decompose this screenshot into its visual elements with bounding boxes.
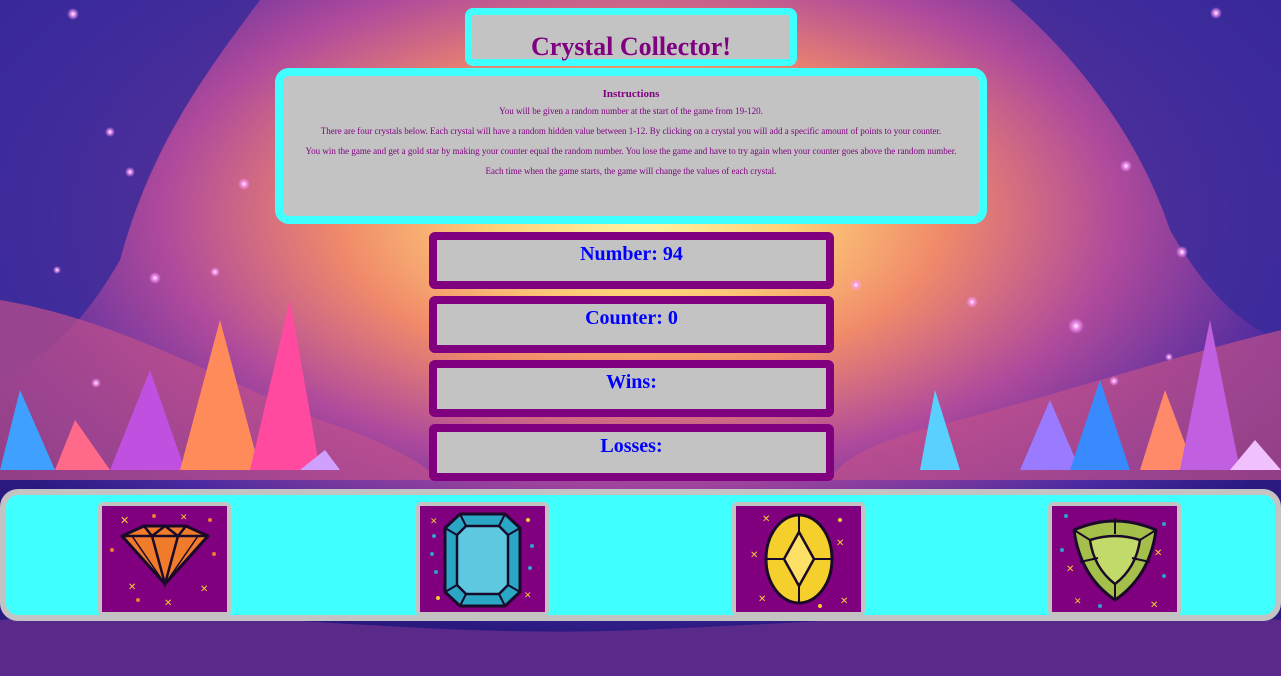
crystal-tile: ✕ ✕ ✕ ✕ ✕: [102, 506, 227, 612]
svg-text:✕: ✕: [524, 591, 532, 601]
wins-panel: Wins:: [429, 360, 834, 417]
instruction-line: You win the game and get a gold star by …: [305, 146, 957, 156]
losses-text: Losses:: [600, 435, 663, 457]
svg-text:✕: ✕: [1066, 564, 1074, 575]
target-number-text: Number: 94: [580, 243, 683, 265]
green-trillion-gem-icon: ✕ ✕ ✕ ✕: [1060, 514, 1166, 611]
svg-text:✕: ✕: [200, 584, 208, 595]
svg-text:✕: ✕: [762, 514, 770, 525]
svg-text:✕: ✕: [1150, 600, 1158, 611]
orange-diamond-icon: ✕ ✕ ✕ ✕ ✕: [110, 513, 216, 609]
svg-text:✕: ✕: [128, 582, 136, 593]
instructions-heading: Instructions: [602, 88, 660, 100]
instruction-line: There are four crystals below. Each crys…: [320, 126, 942, 136]
instructions-panel: Instructions You will be given a random …: [275, 68, 987, 224]
svg-text:✕: ✕: [120, 514, 129, 527]
svg-text:✕: ✕: [758, 594, 766, 605]
crystal-tile: ✕ ✕ ✕ ✕: [1052, 506, 1177, 612]
target-number-panel: Number: 94: [429, 232, 834, 289]
svg-text:✕: ✕: [1154, 548, 1162, 559]
crystal-tile: ✕ ✕: [420, 506, 545, 612]
counter-panel: Counter: 0: [429, 296, 834, 353]
svg-text:✕: ✕: [836, 538, 844, 549]
yellow-oval-gem-icon: ✕ ✕ ✕ ✕ ✕: [750, 513, 848, 608]
title-panel: Crystal Collector!: [465, 8, 797, 66]
counter-text: Counter: 0: [585, 307, 678, 329]
crystal-tray: ✕ ✕ ✕ ✕ ✕ ✕ ✕ ✕ ✕ ✕ ✕ ✕ ✕ ✕ ✕ ✕: [0, 489, 1281, 621]
game-title: Crystal Collector!: [531, 32, 731, 61]
svg-text:✕: ✕: [840, 596, 848, 607]
crystal-button-3[interactable]: ✕ ✕ ✕ ✕ ✕: [732, 502, 865, 616]
instruction-line: You will be given a random number at the…: [499, 106, 763, 116]
instruction-line: Each time when the game starts, the game…: [485, 166, 777, 176]
svg-text:✕: ✕: [430, 517, 438, 527]
losses-panel: Losses:: [429, 424, 834, 481]
wins-text: Wins:: [606, 371, 657, 393]
crystal-tile: ✕ ✕ ✕ ✕ ✕: [736, 506, 861, 612]
crystal-button-1[interactable]: ✕ ✕ ✕ ✕ ✕: [98, 502, 231, 616]
svg-text:✕: ✕: [1074, 597, 1082, 607]
svg-text:✕: ✕: [180, 513, 188, 523]
svg-text:✕: ✕: [750, 550, 758, 561]
crystal-button-4[interactable]: ✕ ✕ ✕ ✕: [1048, 502, 1181, 616]
blue-emerald-cut-gem-icon: ✕ ✕: [430, 512, 534, 608]
crystal-button-2[interactable]: ✕ ✕: [416, 502, 549, 616]
svg-text:✕: ✕: [164, 598, 172, 609]
